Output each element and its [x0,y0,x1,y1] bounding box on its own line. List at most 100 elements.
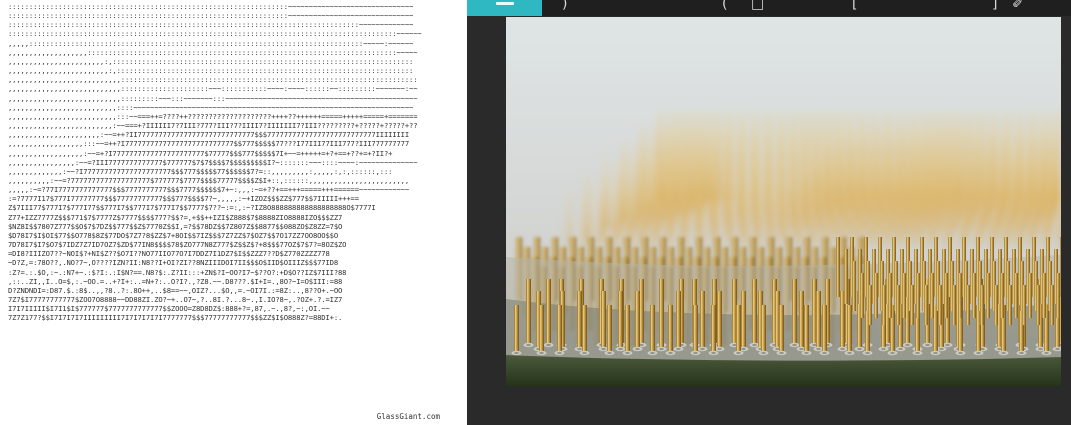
right-pin [916,273,920,318]
right-pin [852,261,856,311]
front-pin [792,279,797,343]
screen: ::::::::::::::::::::::::::::::::::::::::… [0,0,1071,425]
pin-base-core [582,351,587,355]
blurred-pin [811,192,819,247]
front-pin [676,291,681,347]
pin-base-core [1001,351,1006,355]
front-pin [693,305,698,351]
pin-base-core [847,351,852,355]
blurred-pin [827,192,835,247]
menu-icon [496,2,514,5]
pin-base-core [625,351,630,355]
front-pin [625,305,630,351]
front-pin [822,305,827,351]
front-pin [711,305,716,351]
front-pin [736,305,741,351]
pin-base-core [1055,347,1060,351]
front-pin [668,305,673,351]
blurred-pin [904,176,912,238]
right-pin [944,273,948,318]
front-pin [659,291,664,347]
viewer-toolbar: ) ( □ [ ] ✐ [467,0,1071,16]
right-pin [1028,273,1032,318]
pin-base-core [607,351,612,355]
blurred-pin [821,176,829,238]
toolbar-icons: ) ( □ [ ] ✐ [562,0,1062,16]
pen-icon[interactable]: ] [992,0,997,12]
front-pin [816,291,821,347]
pin-base-core [741,347,746,351]
right-pin [910,285,914,325]
pin-base-core [693,351,698,355]
pin-base-core [958,351,963,355]
front-pin [618,291,623,347]
pin-base-core [526,343,531,347]
blurred-pin [796,192,804,247]
cpu-pins-image [506,17,1061,386]
right-pin [966,285,970,325]
rectangle-icon[interactable]: □ [751,0,764,12]
right-pin [1036,285,1040,325]
blurred-pin [912,192,920,247]
front-pin [582,305,587,351]
blurred-pin [918,176,926,238]
front-pin [526,279,531,343]
right-pin [836,237,840,297]
right-pin [1014,273,1018,318]
right-pin [924,285,928,325]
front-pin [601,291,606,347]
right-pin [888,273,892,318]
pin-base-core [779,351,784,355]
pin-base-core [865,351,870,355]
pin-base-core [601,347,606,351]
front-pin [514,305,519,351]
front-pin [752,279,757,343]
blurred-pin [884,192,892,247]
bracket-icon[interactable]: [ [852,0,857,12]
pin-base-core [905,343,910,347]
pencil-icon[interactable]: ✐ [1012,0,1024,12]
right-pin [952,285,956,325]
ascii-art-text: ::::::::::::::::::::::::::::::::::::::::… [8,2,422,323]
pin-base-core [650,351,655,355]
right-pin [1022,285,1026,325]
pin-base-core [933,351,938,355]
blurred-pin [581,192,589,247]
front-pin [650,305,655,351]
pin-base-core [1019,351,1024,355]
ascii-credit[interactable]: GlassGiant.com [377,412,440,421]
front-pin [635,291,640,347]
pin-base-core [514,351,519,355]
chevron-icon[interactable]: ) [562,0,567,12]
pin-base-core [804,351,809,355]
blurred-pin [596,192,604,247]
paren-icon[interactable]: ( [722,0,727,12]
pin-base-core [635,347,640,351]
pin-base-core [822,351,827,355]
blurred-pin [741,192,749,247]
pin-base-core [618,347,623,351]
right-pin [882,285,886,325]
pin-base-core [1044,351,1049,355]
front-pin [546,279,551,343]
pin-base-core [945,343,950,347]
pin-base-core [1038,347,1043,351]
pin-base-core [700,347,705,351]
front-pin [799,291,804,347]
right-pin [986,273,990,318]
blurred-pin [897,192,905,247]
right-pin [972,273,976,318]
cpu-pins-photo[interactable] [506,17,1061,386]
blurred-pin [851,176,859,238]
menu-button[interactable] [467,0,542,16]
front-pin [577,291,582,347]
pin-base-core [915,351,920,355]
pin-base-core [816,347,821,351]
blurred-pin [651,192,659,247]
right-pin [902,273,906,318]
pin-base-core [976,351,981,355]
image-viewer: ) ( □ [ ] ✐ [467,0,1071,425]
pin-base-core [668,351,673,355]
right-pin [1056,273,1060,318]
front-pin [741,291,746,347]
